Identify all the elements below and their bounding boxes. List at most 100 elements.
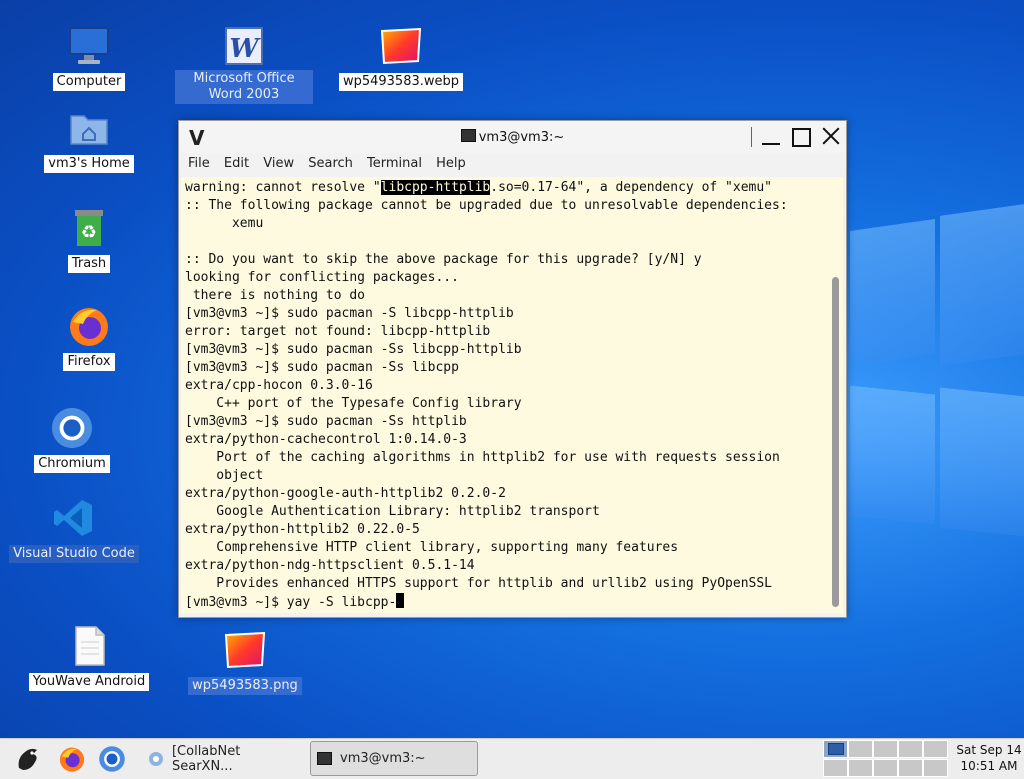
desktop-icon-label: Trash xyxy=(67,255,111,273)
desktop-icon-label: vm3's Home xyxy=(44,155,134,173)
menu-help[interactable]: Help xyxy=(431,153,471,174)
desktop-icon-word[interactable]: W Microsoft Office Word 2003 xyxy=(174,24,314,104)
terminal-line: [vm3@vm3 ~]$ sudo pacman -S libcpp-httpl… xyxy=(185,306,514,321)
svg-text:♻: ♻ xyxy=(81,222,97,243)
terminal-window[interactable]: V vm3@vm3:~ File Edit View Search Termin… xyxy=(178,120,847,618)
desktop-icon-label: Chromium xyxy=(34,455,110,473)
text-selection: libcpp-httplib xyxy=(380,180,491,195)
terminal-line: Comprehensive HTTP client library, suppo… xyxy=(185,540,679,555)
word-document-icon: W xyxy=(222,24,266,68)
home-folder-icon xyxy=(67,106,111,150)
svg-text:W: W xyxy=(229,34,261,64)
workspace-9[interactable] xyxy=(898,759,923,777)
desktop-icon-firefox[interactable]: Firefox xyxy=(19,304,159,371)
workspace-10[interactable] xyxy=(923,759,948,777)
terminal-output[interactable]: warning: cannot resolve "libcpp-httplib.… xyxy=(181,177,829,613)
clock-date: Sat Sep 14 xyxy=(956,743,1022,757)
app-menu-icon[interactable] xyxy=(12,743,44,775)
workspace-4[interactable] xyxy=(898,740,923,758)
terminal-line: [vm3@vm3 ~]$ sudo pacman -Ss httplib xyxy=(185,414,467,429)
terminal-line: extra/python-google-auth-httplib2 0.2.0-… xyxy=(185,486,506,501)
maximize-button[interactable] xyxy=(789,125,813,149)
wallpaper-beam xyxy=(850,385,935,525)
window-titlebar[interactable]: V vm3@vm3:~ xyxy=(179,121,846,153)
workspace-6[interactable] xyxy=(823,759,848,777)
taskbar: [CollabNet SearXN... vm3@vm3:~ Sat Sep 1… xyxy=(0,738,1024,779)
terminal-line: Port of the caching algorithms in httpli… xyxy=(185,450,780,465)
terminal-line: :: Do you want to skip the above package… xyxy=(185,252,702,267)
desktop-icon-label: Visual Studio Code xyxy=(9,545,139,563)
workspace-pager[interactable] xyxy=(823,740,951,778)
desktop-icon-home[interactable]: vm3's Home xyxy=(19,106,159,173)
workspace-5[interactable] xyxy=(923,740,948,758)
browser-icon xyxy=(148,751,163,766)
window-title: vm3@vm3:~ xyxy=(179,129,846,145)
workspace-7[interactable] xyxy=(848,759,873,777)
menu-bar: File Edit View Search Terminal Help xyxy=(179,153,846,175)
desktop-icon-wallpaper-png[interactable]: wp5493583.png xyxy=(175,628,315,695)
menu-edit[interactable]: Edit xyxy=(219,153,254,174)
workspace-3[interactable] xyxy=(873,740,898,758)
terminal-line: warning: cannot resolve "libcpp-httplib.… xyxy=(185,180,773,195)
desktop-icon-trash[interactable]: ♻ Trash xyxy=(19,206,159,273)
scrollbar-thumb[interactable] xyxy=(832,277,839,607)
chromium-icon xyxy=(50,406,94,450)
terminal-scrollbar[interactable] xyxy=(829,177,843,613)
terminal-line: looking for conflicting packages... xyxy=(185,270,459,285)
desktop-icon-label: Microsoft Office Word 2003 xyxy=(175,70,313,104)
terminal-line: :: The following package cannot be upgra… xyxy=(185,198,788,213)
terminal-line: xemu xyxy=(185,216,264,231)
desktop-icon-computer[interactable]: Computer xyxy=(19,24,159,91)
terminal-line: Google Authentication Library: httplib2 … xyxy=(185,504,600,519)
workspace-8[interactable] xyxy=(873,759,898,777)
vscode-icon xyxy=(52,496,96,540)
desktop-icon-label: YouWave Android xyxy=(28,673,150,691)
wallpaper-beam xyxy=(940,387,1024,537)
terminal-icon xyxy=(460,129,476,142)
menu-file[interactable]: File xyxy=(183,153,215,174)
desktop-icon-label: Computer xyxy=(52,73,126,91)
terminal-line: extra/cpp-hocon 0.3.0-16 xyxy=(185,378,373,393)
terminal-prompt-line[interactable]: [vm3@vm3 ~]$ yay -S libcpp- xyxy=(185,593,829,611)
active-window-thumbnail xyxy=(828,743,844,755)
terminal-line: error: target not found: libcpp-httplib xyxy=(185,324,491,339)
desktop-icon-youwave[interactable]: YouWave Android xyxy=(19,624,159,691)
document-file-icon xyxy=(67,624,111,668)
desktop-icon-label: Firefox xyxy=(63,353,115,371)
text-cursor xyxy=(396,593,405,608)
clock-time: 10:51 AM xyxy=(960,759,1018,773)
terminal-line: object xyxy=(185,468,264,483)
monitor-icon xyxy=(67,24,111,68)
wallpaper-beam xyxy=(850,219,935,366)
minimize-button[interactable] xyxy=(759,125,783,149)
task-browser[interactable]: [CollabNet SearXN... xyxy=(140,741,305,776)
desktop-icon-vscode[interactable]: Visual Studio Code xyxy=(4,496,144,563)
desktop-icon-label: wp5493583.png xyxy=(188,677,302,695)
firefox-icon[interactable] xyxy=(56,743,88,775)
clock[interactable]: Sat Sep 14 10:51 AM xyxy=(955,742,1023,774)
terminal-line: C++ port of the Typesafe Config library xyxy=(185,396,522,411)
task-terminal[interactable]: vm3@vm3:~ xyxy=(310,741,478,776)
desktop-icon-label: wp5493583.webp xyxy=(338,73,464,91)
terminal-icon xyxy=(317,752,332,765)
menu-view[interactable]: View xyxy=(258,153,299,174)
trash-icon: ♻ xyxy=(67,206,111,250)
menu-terminal[interactable]: Terminal xyxy=(362,153,427,174)
terminal-line: extra/python-ndg-httpsclient 0.5.1-14 xyxy=(185,558,475,573)
desktop-icon-chromium[interactable]: Chromium xyxy=(2,406,142,473)
workspace-2[interactable] xyxy=(848,740,873,758)
terminal-line: extra/python-cachecontrol 1:0.14.0-3 xyxy=(185,432,467,447)
terminal-line: Provides enhanced HTTPS support for http… xyxy=(185,576,772,591)
terminal-line: [vm3@vm3 ~]$ sudo pacman -Ss libcpp xyxy=(185,360,459,375)
chromium-icon[interactable] xyxy=(96,743,128,775)
firefox-icon xyxy=(67,304,111,348)
titlebar-divider xyxy=(751,127,752,147)
terminal-line: extra/python-httplib2 0.22.0-5 xyxy=(185,522,420,537)
terminal-line: there is nothing to do xyxy=(185,288,366,303)
menu-search[interactable]: Search xyxy=(303,153,358,174)
desktop-icon-wallpaper-webp[interactable]: wp5493583.webp xyxy=(331,24,471,91)
image-file-icon xyxy=(223,628,267,672)
terminal-line: [vm3@vm3 ~]$ sudo pacman -Ss libcpp-http… xyxy=(185,342,522,357)
close-button[interactable] xyxy=(819,125,843,149)
